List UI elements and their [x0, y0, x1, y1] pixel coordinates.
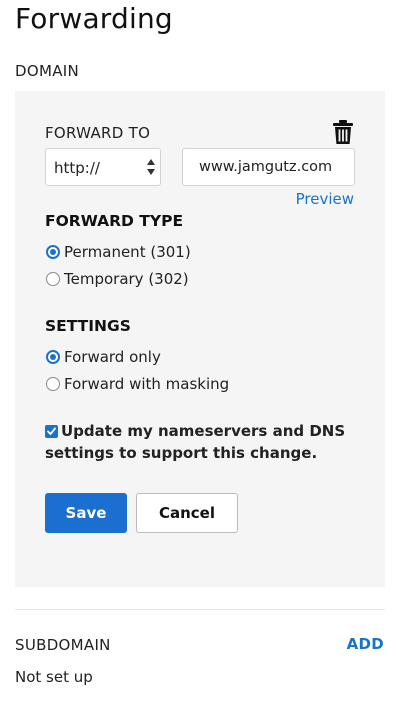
page-title: Forwarding: [15, 2, 173, 35]
radio-temporary-302[interactable]: Temporary (302): [46, 269, 189, 289]
radio-label: Forward with masking: [64, 375, 230, 393]
radio-button-checked[interactable]: [46, 245, 60, 259]
forward-type-title: FORWARD TYPE: [45, 212, 184, 230]
section-divider: [15, 609, 385, 610]
radio-label: Permanent (301): [64, 243, 191, 261]
radio-button[interactable]: [46, 377, 60, 391]
subdomain-status: Not set up: [15, 668, 93, 686]
radio-label: Temporary (302): [64, 270, 189, 288]
select-arrows-icon: [147, 158, 155, 176]
forward-to-label: FORWARD TO: [45, 124, 151, 142]
subdomain-section-label: SUBDOMAIN: [15, 636, 111, 654]
radio-forward-with-masking[interactable]: Forward with masking: [46, 374, 229, 394]
protocol-select[interactable]: http://: [45, 148, 161, 186]
forward-url-input[interactable]: [182, 148, 355, 186]
protocol-select-value: http://: [54, 159, 100, 177]
cancel-button[interactable]: Cancel: [136, 493, 238, 533]
nameserver-checkbox-row: Update my nameservers and DNS settings t…: [45, 420, 355, 464]
checkmark-icon: [47, 427, 56, 435]
radio-label: Forward only: [64, 348, 161, 366]
save-button[interactable]: Save: [45, 493, 127, 533]
radio-forward-only[interactable]: Forward only: [46, 347, 161, 367]
radio-permanent-301[interactable]: Permanent (301): [46, 242, 191, 262]
domain-section-label: DOMAIN: [15, 62, 80, 80]
radio-button[interactable]: [46, 272, 60, 286]
nameserver-checkbox[interactable]: [45, 425, 58, 438]
nameserver-checkbox-label: Update my nameservers and DNS settings t…: [45, 422, 346, 462]
add-subdomain-link[interactable]: ADD: [347, 635, 384, 653]
preview-link[interactable]: Preview: [296, 190, 354, 208]
radio-button-checked[interactable]: [46, 350, 60, 364]
settings-title: SETTINGS: [45, 317, 131, 335]
trash-icon[interactable]: [331, 119, 355, 145]
